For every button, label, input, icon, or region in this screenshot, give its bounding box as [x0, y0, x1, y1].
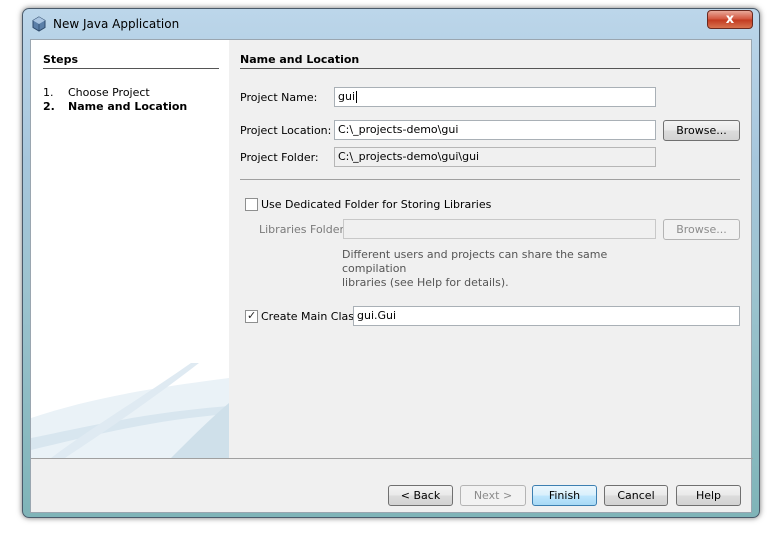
panel-heading: Name and Location: [240, 53, 740, 69]
dedicated-folder-checkbox[interactable]: [245, 198, 258, 211]
dedicated-folder-label[interactable]: Use Dedicated Folder for Storing Librari…: [261, 198, 491, 211]
libraries-help-line: libraries (see Help for details).: [342, 276, 509, 289]
decorative-swoosh: [31, 363, 229, 458]
main-class-input[interactable]: gui.Gui: [353, 306, 740, 326]
window-title: New Java Application: [53, 17, 180, 31]
title-bar[interactable]: New Java Application x: [23, 9, 759, 39]
project-name-input[interactable]: gui: [334, 87, 656, 107]
close-button[interactable]: x: [707, 10, 753, 29]
project-folder-label: Project Folder:: [240, 151, 319, 164]
step-number: 2.: [43, 100, 55, 113]
checkmark-icon: ✓: [247, 309, 257, 322]
step-label: Name and Location: [68, 100, 188, 113]
create-main-class-checkbox[interactable]: ✓: [245, 309, 258, 323]
step-number: 1.: [43, 86, 54, 99]
cancel-button[interactable]: Cancel: [604, 485, 668, 506]
help-button[interactable]: Help: [676, 485, 741, 506]
dialog-window: New Java Application x Steps 1. Choose Pr…: [22, 8, 760, 518]
browse-libraries-button[interactable]: Browse...: [663, 219, 740, 240]
finish-button[interactable]: Finish: [532, 485, 597, 506]
steps-heading: Steps: [43, 53, 219, 69]
project-name-value: gui: [338, 90, 356, 103]
libraries-folder-input[interactable]: [343, 219, 656, 239]
steps-panel: Steps 1. Choose Project 2. Name and Locati…: [31, 40, 229, 458]
project-folder-field: C:\_projects-demo\gui\gui: [334, 147, 656, 167]
dialog-client: Steps 1. Choose Project 2. Name and Locati…: [30, 39, 753, 513]
next-button[interactable]: Next >: [460, 485, 526, 506]
project-location-label: Project Location:: [240, 124, 332, 137]
name-and-location-panel: Name and Location Project Name: gui Proj…: [229, 40, 753, 458]
step-name-and-location: 2. Name and Location: [43, 100, 187, 113]
libraries-help-text: Different users and projects can share t…: [342, 248, 642, 290]
back-button[interactable]: < Back: [388, 485, 453, 506]
step-choose-project: 1. Choose Project: [43, 86, 150, 99]
step-label: Choose Project: [68, 86, 150, 99]
section-divider: [240, 179, 740, 180]
libraries-folder-label: Libraries Folder:: [259, 223, 348, 236]
project-name-label: Project Name:: [240, 91, 318, 104]
footer-divider: [31, 458, 753, 459]
text-caret: [356, 91, 358, 103]
create-main-class-label[interactable]: Create Main Class: [261, 310, 360, 323]
browse-location-button[interactable]: Browse...: [663, 120, 740, 141]
project-location-input[interactable]: C:\_projects-demo\gui: [334, 120, 656, 140]
libraries-help-line: Different users and projects can share t…: [342, 248, 608, 275]
java-cup-icon: [32, 16, 46, 32]
